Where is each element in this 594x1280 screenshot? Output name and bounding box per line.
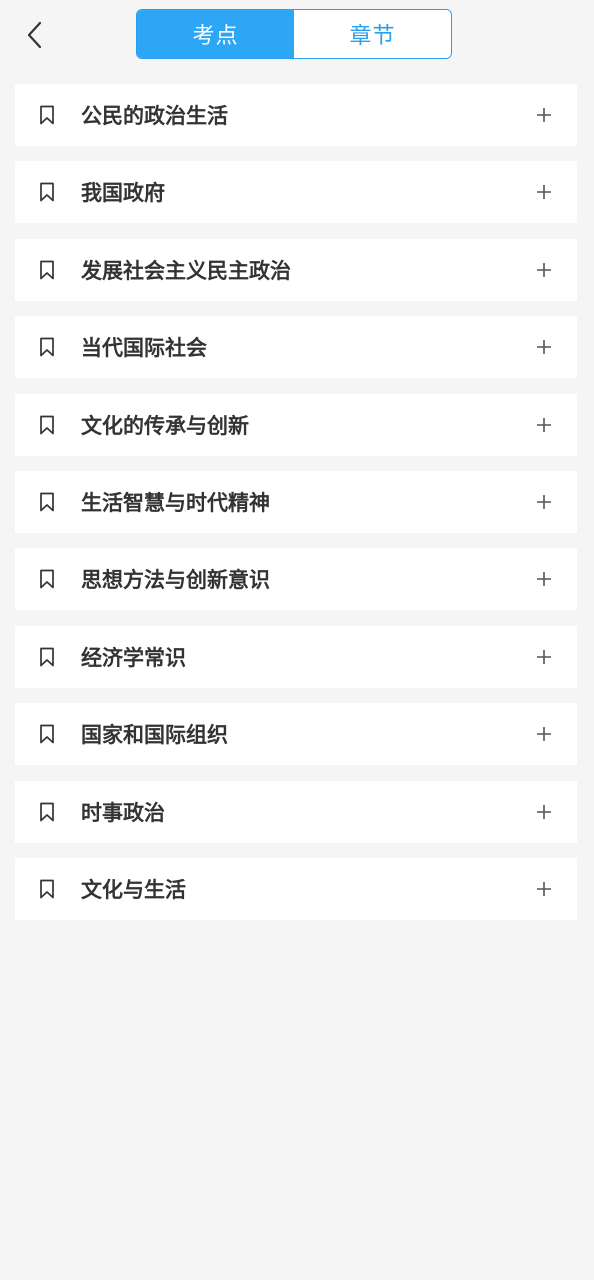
plus-icon[interactable] xyxy=(535,493,553,511)
list-item-label: 国家和国际组织 xyxy=(81,723,228,748)
list-item-label: 我国政府 xyxy=(81,181,165,206)
plus-icon[interactable] xyxy=(535,183,553,201)
plus-icon[interactable] xyxy=(535,416,553,434)
list-item[interactable]: 文化的传承与创新 xyxy=(15,393,577,456)
bookmark-icon xyxy=(40,183,54,202)
bookmark-icon xyxy=(40,802,54,821)
plus-icon[interactable] xyxy=(535,338,553,356)
bookmark-icon xyxy=(40,647,54,667)
segmented-control: 考点 章节 xyxy=(136,9,452,59)
list-item-label: 公民的政治生活 xyxy=(81,104,228,128)
list-item-label: 发展社会主义民主政治 xyxy=(81,258,291,283)
bookmark-icon xyxy=(40,415,54,434)
bookmark-icon xyxy=(40,569,54,589)
bookmark-icon xyxy=(40,337,54,357)
chevron-left-icon xyxy=(27,21,42,49)
bookmark-icon xyxy=(40,492,54,512)
plus-icon[interactable] xyxy=(535,725,553,743)
list-item[interactable]: 思想方法与创新意识 xyxy=(15,548,577,611)
list-item[interactable]: 生活智慧与时代精神 xyxy=(15,470,577,533)
topic-list: 公民的政治生活 我国政府 发展社会主义民主政治 当代国际社会 文化的传承与创新 … xyxy=(15,84,577,935)
list-item-label: 经济学常识 xyxy=(81,645,186,670)
list-item[interactable]: 公民的政治生活 xyxy=(15,84,577,146)
list-item[interactable]: 经济学常识 xyxy=(15,625,577,688)
plus-icon[interactable] xyxy=(535,261,553,279)
bookmark-icon xyxy=(40,879,54,899)
bookmark-icon xyxy=(40,105,54,125)
back-button[interactable] xyxy=(14,14,56,56)
list-item-label: 生活智慧与时代精神 xyxy=(81,490,270,515)
list-item[interactable]: 当代国际社会 xyxy=(15,316,577,379)
list-item-label: 时事政治 xyxy=(81,800,165,825)
plus-icon[interactable] xyxy=(535,803,553,821)
list-item[interactable]: 国家和国际组织 xyxy=(15,703,577,766)
plus-icon[interactable] xyxy=(535,106,553,124)
list-item[interactable]: 发展社会主义民主政治 xyxy=(15,238,577,301)
tab-kaodian[interactable]: 考点 xyxy=(137,10,294,58)
list-item[interactable]: 我国政府 xyxy=(15,161,577,224)
list-item-label: 文化与生活 xyxy=(81,877,186,902)
list-item[interactable]: 文化与生活 xyxy=(15,857,577,920)
plus-icon[interactable] xyxy=(535,570,553,588)
list-item-label: 文化的传承与创新 xyxy=(81,413,249,438)
bookmark-icon xyxy=(40,724,54,744)
list-item[interactable]: 时事政治 xyxy=(15,780,577,843)
plus-icon[interactable] xyxy=(535,880,553,898)
list-item-label: 当代国际社会 xyxy=(81,336,207,361)
top-bar: 考点 章节 xyxy=(0,0,594,70)
tab-zhangjie[interactable]: 章节 xyxy=(294,10,451,58)
plus-icon[interactable] xyxy=(535,648,553,666)
bookmark-icon xyxy=(40,260,54,280)
list-item-label: 思想方法与创新意识 xyxy=(81,568,270,593)
